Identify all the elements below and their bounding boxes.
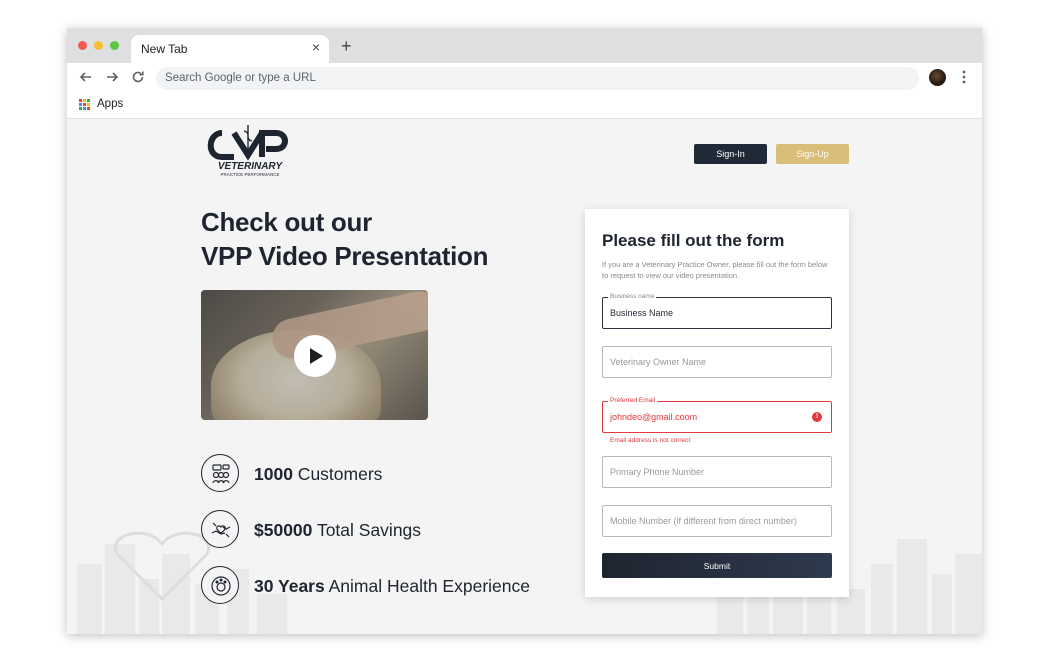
stat-text: 30 Years Animal Health Experience — [254, 576, 530, 597]
stat-text: 1000 Customers — [254, 464, 382, 485]
stat-label: Total Savings — [312, 520, 422, 540]
email-error-message: Email address is not correct — [610, 437, 691, 444]
close-icon[interactable]: × — [312, 40, 320, 54]
logo-subtext: PRACTICE PERFORMANCE — [220, 172, 279, 177]
address-placeholder: Search Google or type a URL — [165, 72, 316, 84]
savings-icon — [201, 510, 239, 548]
stat-customers: 1000 Customers — [201, 454, 561, 494]
mobile-field[interactable] — [602, 505, 832, 537]
headline-line-1: Check out our — [201, 207, 372, 237]
page-content: VETERINARY PRACTICE PERFORMANCE Sign-In … — [67, 119, 982, 634]
video-player[interactable] — [201, 290, 428, 420]
email-field[interactable]: Preferred Email ! — [602, 397, 832, 433]
phone-input[interactable] — [603, 457, 831, 487]
apps-grid-icon[interactable] — [79, 99, 90, 110]
stat-value: 30 Years — [254, 576, 325, 596]
stat-experience: 30 Years Animal Health Experience — [201, 566, 561, 606]
owner-name-field[interactable] — [602, 346, 832, 378]
tab-strip: New Tab × + — [67, 28, 982, 63]
tab-title: New Tab — [141, 42, 188, 56]
forward-arrow-icon[interactable] — [104, 69, 120, 85]
business-name-field[interactable]: Business name — [602, 293, 832, 329]
customers-icon — [201, 454, 239, 492]
request-form: Please fill out the form If you are a Ve… — [585, 209, 849, 597]
business-name-input[interactable] — [603, 298, 831, 328]
more-menu-icon[interactable] — [962, 70, 966, 84]
maximize-window-button[interactable] — [110, 41, 119, 50]
bookmarks-bar: Apps — [67, 94, 982, 119]
phone-field[interactable] — [602, 456, 832, 488]
address-bar[interactable]: Search Google or type a URL — [156, 67, 919, 90]
error-icon: ! — [812, 412, 822, 422]
stat-label: Customers — [292, 464, 383, 484]
mobile-input[interactable] — [603, 506, 831, 536]
logo-text: VETERINARY — [218, 161, 284, 172]
new-tab-button[interactable]: + — [341, 37, 352, 55]
vpp-logo[interactable]: VETERINARY PRACTICE PERFORMANCE — [200, 123, 300, 181]
profile-avatar[interactable] — [929, 69, 946, 86]
submit-button[interactable]: Submit — [602, 553, 832, 578]
stat-label: Animal Health Experience — [324, 576, 530, 596]
sign-in-button[interactable]: Sign-In — [694, 144, 767, 164]
back-arrow-icon[interactable] — [78, 69, 94, 85]
stat-text: $50000 Total Savings — [254, 520, 421, 541]
browser-tab[interactable]: New Tab × — [131, 35, 329, 63]
close-window-button[interactable] — [78, 41, 87, 50]
stat-value: 1000 — [254, 464, 293, 484]
reload-icon[interactable] — [130, 69, 146, 85]
minimize-window-button[interactable] — [94, 41, 103, 50]
sign-up-button[interactable]: Sign-Up — [776, 144, 849, 164]
browser-window: New Tab × + Search Google or type a URL … — [67, 28, 982, 634]
animal-health-icon — [201, 566, 239, 604]
play-icon[interactable] — [294, 335, 336, 377]
stat-savings: $50000 Total Savings — [201, 510, 561, 550]
email-input[interactable] — [603, 402, 831, 432]
form-title: Please fill out the form — [602, 231, 785, 250]
stat-value: $50000 — [254, 520, 313, 540]
headline-line-2: VPP Video Presentation — [201, 241, 489, 271]
owner-name-input[interactable] — [603, 347, 831, 377]
form-description: If you are a Veterinary Practice Owner, … — [602, 260, 828, 280]
page-title: Check out our VPP Video Presentation — [201, 205, 489, 273]
browser-toolbar: Search Google or type a URL — [67, 63, 982, 94]
bookmark-apps[interactable]: Apps — [97, 98, 123, 110]
